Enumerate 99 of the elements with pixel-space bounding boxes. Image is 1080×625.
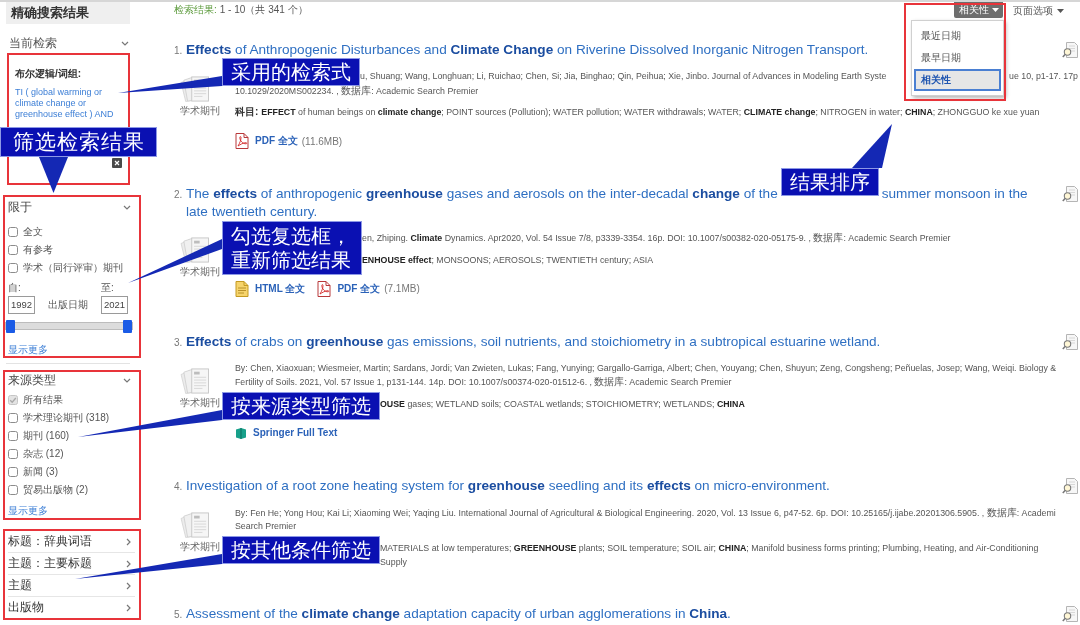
source-text: ue 10, p1-17. 17p bbox=[1008, 70, 1078, 83]
book-icon bbox=[235, 426, 247, 439]
slider-track[interactable] bbox=[5, 322, 133, 330]
result-title-link[interactable]: summer monsoon in the bbox=[881, 185, 1028, 202]
magnifier-icon[interactable] bbox=[1062, 42, 1078, 58]
menu-item[interactable]: 相关性 bbox=[914, 69, 1001, 91]
checkbox[interactable] bbox=[8, 449, 18, 459]
result-title-link[interactable]: late twentieth century. bbox=[186, 203, 318, 220]
magnifier-icon[interactable] bbox=[1062, 186, 1078, 202]
show-more-link[interactable]: 显示更多 bbox=[8, 344, 48, 356]
source-text: By: Fen He; Yong Hou; Kai Li; Xiaoming Wei; Yaqing Liu. International Journal of Agricultural & Biological Engineering. 2020, Vol. 13 Issue 6, p47-52. 6p. DOI: 10.25165/j.ijabe.20201306.5905. , 数据库: Academi bbox=[235, 505, 1056, 520]
magnifier-icon[interactable] bbox=[1062, 605, 1078, 622]
result-number: 4. bbox=[174, 479, 184, 494]
full-text-link[interactable]: PDF 全文 bbox=[255, 134, 298, 148]
subject-text: ENHOUSE effect; MONSOONS; AEROSOLS; TWENTIETH century; ASIA bbox=[362, 253, 654, 267]
checkbox[interactable] bbox=[8, 485, 18, 495]
full-text-link[interactable]: Springer Full Text bbox=[253, 427, 338, 438]
result-title-link[interactable]: Investigation of a root zone heating system for greenhouse seedling and its effects on micro-environment. bbox=[186, 476, 830, 494]
checkbox-label: 所有结果 bbox=[23, 393, 63, 407]
checkbox[interactable] bbox=[8, 245, 18, 255]
date-input[interactable]: 1992 bbox=[8, 296, 35, 314]
document-stack-icon bbox=[180, 367, 210, 394]
page-options-button[interactable]: 页面选项 bbox=[1013, 4, 1064, 18]
full-text-link[interactable]: HTML 全文 bbox=[255, 281, 306, 296]
caret-icon bbox=[992, 8, 999, 12]
source-text: Fertility of Soils. 2021, Vol. 57 Issue 1, p131-144. 14p. DOI: 10.1007/s00374-020-01512-6. , 数据库: Academic Search Premier bbox=[235, 375, 732, 389]
subject-text: EFFECT of human beings on climate change; POINT sources (Pollution); WATER pollution; WATER withdrawals; WATER; CLIMATE change; NITROGEN in water; CHINA; ZHONGGUO ke xue yuan bbox=[261, 106, 1040, 119]
checkbox-label: 学术（同行评审）期刊 bbox=[23, 261, 123, 275]
file-size: (11.6MB) bbox=[301, 135, 343, 147]
subject-text: Supply bbox=[380, 555, 407, 569]
pdf-icon bbox=[235, 133, 249, 149]
result-title-link[interactable]: The effects of anthropogenic greenhouse gases and aerosols on the inter-decadal change of the bbox=[186, 185, 778, 202]
result-number: 2. bbox=[174, 188, 184, 202]
document-stack-icon bbox=[180, 511, 210, 538]
checkbox-label: 有参考 bbox=[23, 243, 53, 257]
subject-text: OUSE gases; WETLAND soils; COASTAL wetlands; STOICHIOMETRY; WETLANDS; CHINA bbox=[380, 397, 745, 411]
facet-row[interactable]: 标题：辞典词语 bbox=[8, 531, 135, 553]
callout-label: 勾选复选框，重新筛选结果 bbox=[222, 221, 362, 275]
magnifier-icon[interactable] bbox=[1062, 333, 1078, 350]
facet-row[interactable]: 出版物 bbox=[8, 597, 135, 618]
result-title-link[interactable]: Effects of crabs on greenhouse gas emissions, soil nutrients, and stoichiometry in a subtropical estuarine wetland. bbox=[186, 332, 881, 350]
type-label: 学术期刊 bbox=[180, 396, 220, 409]
result-number: 3. bbox=[174, 335, 184, 350]
pdf-icon bbox=[317, 280, 332, 297]
checkbox-label: 期刊 (160) bbox=[23, 429, 70, 443]
caret-icon bbox=[1057, 9, 1064, 13]
source-text: en, Zhiping. Climate Dynamics. Apr2020, Vol. 54 Issue 7/8, p3339-3354. 16p. DOI: 10.1007/s00382-020-05175-9. , 数据库: Academic Search Premier bbox=[362, 231, 951, 245]
close-icon[interactable] bbox=[112, 158, 122, 168]
sidebar-title: 精确搜索结果 bbox=[6, 2, 130, 24]
results-label: 检索结果: bbox=[174, 4, 217, 15]
result-title-link[interactable]: Assessment of the climate change adaptation capacity of urban agglomerations in China. bbox=[186, 604, 731, 622]
checkbox[interactable] bbox=[8, 227, 18, 237]
date-caption: 出版日期 bbox=[48, 298, 88, 312]
section-toggle[interactable]: 当前检索 bbox=[6, 33, 130, 53]
source-text: By: Chen, Xiaoxuan; Wiesmeier, Martin; Sardans, Jordi; Van Zwieten, Lukas; Fang, Yunying; Gargallo-Garriga, Albert; Chen, Youyang; Chen, Shuyun; Zeng, Congsheng; Peñuelas, Josep; Wang, Weiqi. Biology & bbox=[235, 361, 1057, 375]
date-label: 至: bbox=[101, 282, 115, 294]
type-label: 学术期刊 bbox=[180, 540, 220, 553]
checkbox-label: 杂志 (12) bbox=[23, 447, 64, 461]
section-toggle[interactable]: 限于 bbox=[8, 197, 135, 217]
result-title-link[interactable]: Effects of Anthropogenic Disturbances and Climate Change on Riverine Dissolved Inorganic Nitrogen Transport. bbox=[186, 41, 869, 58]
date-input[interactable]: 2021 bbox=[101, 296, 128, 314]
date-label: 自: bbox=[8, 282, 22, 294]
section-toggle[interactable]: 来源类型 bbox=[8, 372, 135, 388]
checkbox[interactable] bbox=[8, 413, 18, 423]
checkbox-label: 全文 bbox=[23, 225, 43, 239]
query-text: TI ( global warming or climate change or greenhouse effect ) AND bbox=[15, 87, 115, 120]
checkbox-label: 新闻 (3) bbox=[23, 465, 58, 479]
source-text: u, Shuang; Wang, Longhuan; Li, Ruichao; Chen, Si; Jia, Binghao; Qin, Peihua; Xie, Jinbo. Journal of Advances in Modeling Earth Syste bbox=[360, 70, 887, 83]
callout-label: 筛选检索结果 bbox=[0, 127, 157, 157]
results-range: 1 - 10（共 341 个） bbox=[219, 4, 308, 15]
subject-label: 科目: bbox=[235, 105, 259, 119]
callout-label: 采用的检索式 bbox=[222, 58, 360, 86]
checkbox[interactable] bbox=[8, 467, 18, 477]
show-more-link[interactable]: 显示更多 bbox=[8, 505, 48, 517]
subject-text: MATERIALS at low temperatures; GREENHOUSE plants; SOIL temperature; SOIL air; CHINA; Manifold business forms printing; Plumbing, Heating, and Air-Conditioning bbox=[380, 541, 1039, 555]
checkbox[interactable] bbox=[8, 431, 18, 441]
menu-item[interactable]: 最近日期 bbox=[914, 25, 1001, 47]
type-label: 学术期刊 bbox=[180, 105, 220, 117]
checkbox-label: 学术理论期刊 (318) bbox=[23, 411, 110, 425]
checkbox[interactable] bbox=[8, 263, 18, 273]
magnifier-icon[interactable] bbox=[1062, 477, 1078, 494]
slider-handle[interactable] bbox=[123, 320, 132, 333]
type-label: 学术期刊 bbox=[180, 266, 220, 278]
source-text: 10.1029/2020MS002234. , 数据库: Academic Search Premier bbox=[235, 83, 479, 98]
menu-item[interactable]: 最早日期 bbox=[914, 47, 1001, 69]
callout-label: 按来源类型筛选 bbox=[222, 391, 380, 420]
callout-pointer bbox=[851, 124, 892, 168]
query-label: 布尔逻辑/词组: bbox=[15, 67, 83, 81]
document-icon bbox=[235, 280, 249, 297]
callout-label: 结果排序 bbox=[780, 168, 879, 196]
callout-label: 按其他条件筛选 bbox=[222, 535, 380, 564]
callout-pointer bbox=[39, 157, 68, 193]
slider-handle[interactable] bbox=[6, 320, 15, 333]
full-text-link[interactable]: PDF 全文 bbox=[337, 281, 381, 296]
checkbox-label: 贸易出版物 (2) bbox=[23, 483, 88, 497]
result-number: 1. bbox=[174, 44, 184, 58]
source-text: Search Premier bbox=[235, 520, 297, 533]
result-number: 5. bbox=[174, 607, 184, 622]
file-size: (7.1MB) bbox=[384, 283, 420, 294]
